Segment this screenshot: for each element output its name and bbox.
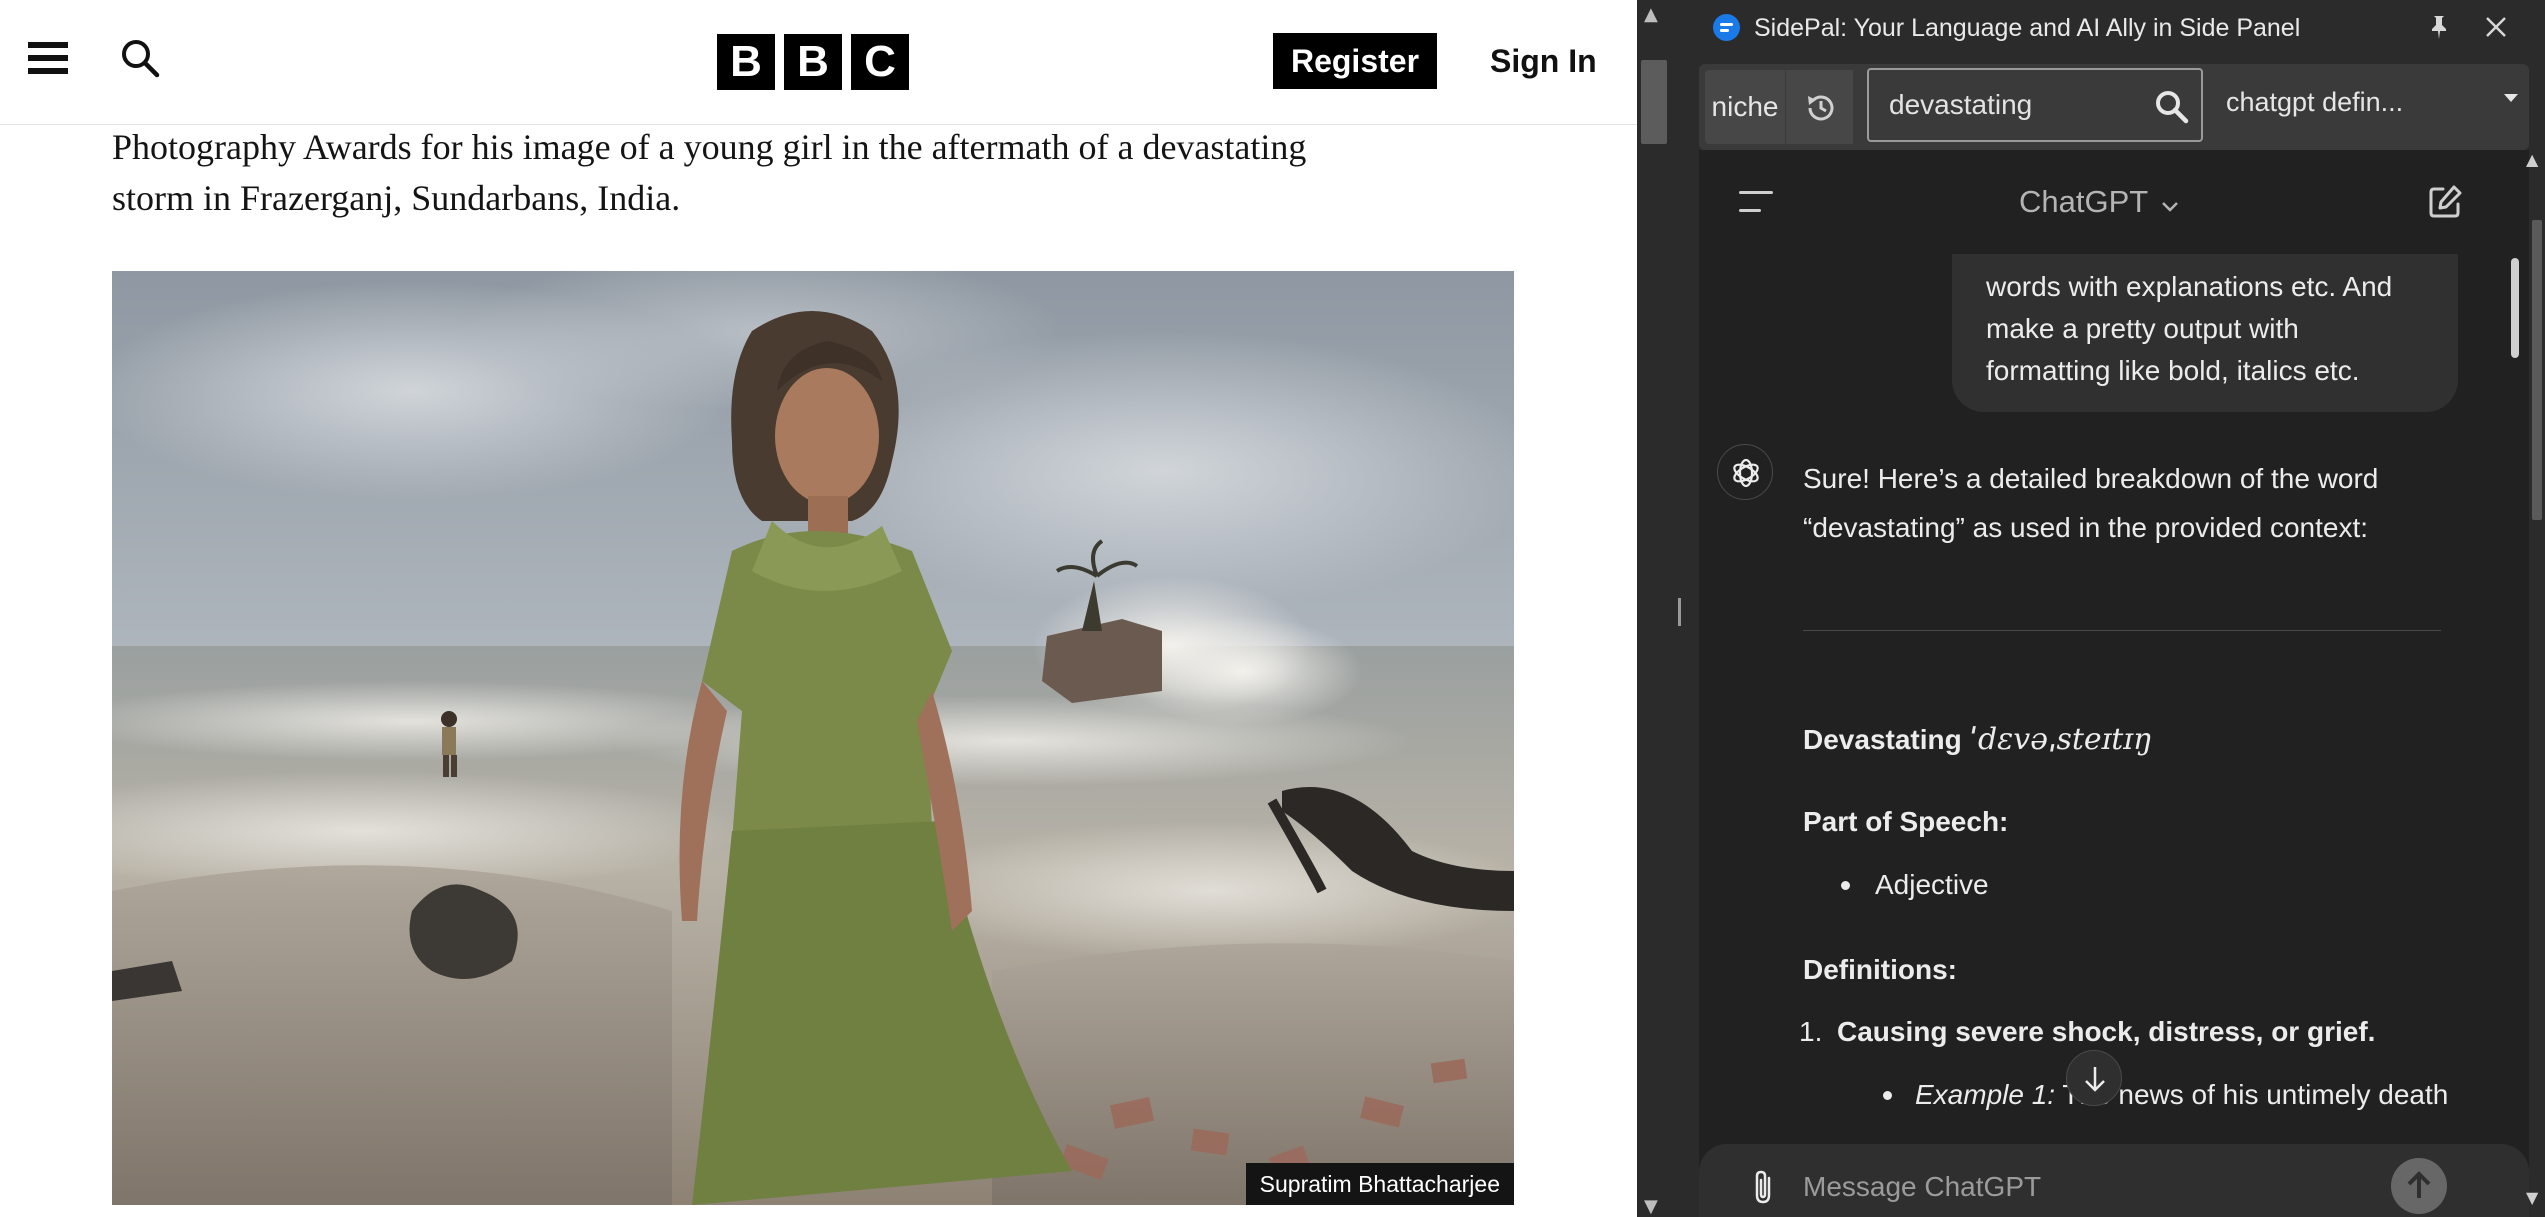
definition-item: 1. Causing severe shock, distress, or gr… [1799, 1012, 2376, 1052]
bbc-logo[interactable]: B B C [717, 34, 909, 90]
arrow-up-icon [2407, 1171, 2431, 1198]
bbc-article-page: B B C Register Sign In Photography Award… [0, 0, 1637, 1217]
search-icon[interactable] [2153, 88, 2189, 124]
chatgpt-avatar [1717, 444, 1773, 500]
bbc-logo-block: B [717, 34, 775, 90]
sidepal-app-icon [1713, 14, 1740, 41]
assistant-intro: Sure! Here’s a detailed breakdown of the… [1803, 454, 2483, 552]
message-composer [1699, 1144, 2529, 1217]
assistant-intro-line: Sure! Here’s a detailed breakdown of the… [1803, 463, 2379, 494]
hamburger-menu-icon[interactable] [28, 40, 70, 76]
sidepal-scroll-up-icon[interactable]: ▲ [2526, 150, 2538, 169]
scroll-to-bottom-button[interactable] [2066, 1050, 2122, 1106]
bbc-header: B B C Register Sign In [0, 0, 1637, 125]
storm-girl-photo [112, 271, 1514, 1205]
register-button[interactable]: Register [1273, 33, 1437, 89]
chatgpt-frame: ChatGPT words with explanations etc. And… [1699, 150, 2529, 1217]
sidepal-scroll-down-icon[interactable]: ▼ [2526, 1188, 2538, 1207]
openai-logo-icon [1733, 458, 1759, 488]
horizontal-rule [1803, 630, 2441, 631]
assistant-intro-line: “devastating” as used in the provided co… [1803, 512, 2369, 543]
distant-person [441, 711, 457, 777]
example-label: Example 1: [1915, 1079, 2056, 1110]
sign-in-link[interactable]: Sign In [1490, 33, 1597, 89]
message-input[interactable] [1803, 1164, 2343, 1210]
definition-number: 1. [1799, 1016, 1823, 1047]
sidepal-titlebar: SidePal: Your Language and AI Ally in Si… [1683, 0, 2545, 56]
bbc-logo-block: C [851, 34, 909, 90]
pronunciation: ˈdɛvəˌsteɪtɪŋ [1969, 722, 2153, 757]
definitions-heading: Definitions: [1803, 954, 1957, 985]
prompt-template-select[interactable]: chatgpt defin... [2212, 70, 2529, 144]
history-icon[interactable] [1785, 70, 1853, 144]
prompt-template-selected: chatgpt defin... [2226, 87, 2404, 117]
definition-text: Causing severe shock, distress, or grief… [1837, 1016, 2376, 1047]
chevron-down-icon [2160, 182, 2180, 226]
sidepal-title: SidePal: Your Language and AI Ally in Si… [1754, 14, 2301, 42]
send-button[interactable] [2391, 1158, 2447, 1214]
user-message-line: words with explanations etc. And [1986, 271, 2393, 302]
article-photo: Supratim Bhattacharjee [112, 271, 1514, 1205]
model-switcher[interactable]: ChatGPT [2019, 180, 2180, 226]
sidebar-toggle-icon[interactable] [1739, 189, 1775, 215]
page-scroll-up-icon[interactable]: ▲ [1644, 4, 1658, 25]
part-of-speech-heading: Part of Speech: [1803, 806, 2009, 837]
chat-scrollbar[interactable] [2511, 254, 2519, 1134]
chat-messages[interactable]: words with explanations etc. And make a … [1699, 254, 2529, 1144]
example-item: Example 1: The news of his untimely deat… [1882, 1075, 2448, 1115]
pin-icon[interactable] [2425, 13, 2453, 41]
lookup-search-box [1867, 68, 2203, 142]
user-message-line: formatting like bold, italics etc. [1986, 355, 2360, 386]
model-switcher-label: ChatGPT [2019, 184, 2148, 219]
paperclip-icon[interactable] [1749, 1168, 1777, 1206]
sidepal-toolbar: niche chatgpt defin... [1699, 64, 2529, 150]
niche-button[interactable]: niche [1705, 70, 1785, 144]
headword: Devastating [1803, 724, 1962, 755]
bbc-logo-block: B [784, 34, 842, 90]
close-icon[interactable] [2483, 14, 2509, 40]
new-chat-icon[interactable] [2425, 182, 2465, 222]
lookup-search-input[interactable] [1889, 70, 2139, 140]
dropdown-caret-icon [2504, 94, 2518, 102]
sidepal-scrollbar-thumb[interactable] [2532, 220, 2542, 520]
sidepal-panel: SidePal: Your Language and AI Ally in Si… [1683, 0, 2545, 1217]
photo-credit: Supratim Bhattacharjee [1245, 1163, 1514, 1205]
chat-scrollbar-thumb[interactable] [2511, 258, 2519, 358]
panel-resize-divider[interactable] [1637, 0, 1683, 1217]
page-scroll-down-icon[interactable]: ▼ [1644, 1196, 1658, 1217]
part-of-speech-value: Adjective [1841, 865, 1989, 905]
page-scrollbar-thumb[interactable] [1641, 60, 1667, 144]
arrow-down-icon [2085, 1067, 2105, 1092]
word-heading: Devastating ˈdɛvəˌsteɪtɪŋ [1803, 720, 2152, 760]
article-line: Photography Awards for his image of a yo… [112, 127, 1307, 167]
user-message-bubble: words with explanations etc. And make a … [1952, 254, 2458, 412]
article-paragraph: Photography Awards for his image of a yo… [112, 122, 1532, 224]
chat-header: ChatGPT [1699, 150, 2529, 254]
article-line: storm in Frazerganj, Sundarbans, India. [112, 178, 681, 218]
search-icon[interactable] [120, 38, 160, 78]
user-message-line: make a pretty output with [1986, 313, 2299, 344]
